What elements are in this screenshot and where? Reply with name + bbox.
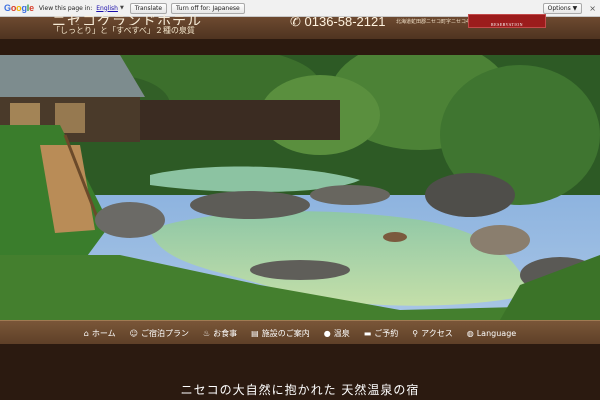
nav-item-home[interactable]: ⌂ ホーム [84,328,116,339]
nav-item-reservation[interactable]: ▬ ご予約 [364,328,399,339]
site-title[interactable]: ニセコグランドホテル [52,11,202,25]
nav-label: 施設のご案内 [261,328,310,338]
content-area: ニセコの大自然に抱かれた 天然温泉の宿 [0,344,600,400]
header-band [0,39,600,55]
bed-icon: ▬ [363,328,372,338]
nav-label: ご予約 [374,328,399,338]
google-logo: Google [4,3,34,13]
globe-icon: ◍ [466,328,474,338]
nav-label: ホーム [91,328,116,338]
hero-photo [0,55,600,320]
nav-item-language[interactable]: ◍ Language [467,329,516,338]
home-icon: ⌂ [83,328,89,338]
content-title: ニセコの大自然に抱かれた 天然温泉の宿 [180,383,420,397]
phone-number[interactable]: ✆ 0136-58-2121 [290,14,385,30]
nav-label: Language [476,328,517,338]
nav-item-access[interactable]: ⚲ アクセス [412,328,452,339]
users-icon: ☺ [129,328,138,338]
nav-label: アクセス [421,328,453,338]
building-icon: ▤ [251,328,259,338]
close-icon[interactable]: × [589,4,596,13]
nav-item-dining[interactable]: ♨ お食事 [203,328,237,339]
main-nav: ⌂ ホーム ☺ ご宿泊プラン ♨ お食事 ▤ 施設のご案内 ● 温泉 ▬ ご予約… [0,320,600,345]
drop-icon: ● [323,328,331,338]
nav-item-onsen[interactable]: ● 温泉 [324,328,350,339]
hero-image-onsen [0,55,600,320]
nav-item-plans[interactable]: ☺ ご宿泊プラン [130,328,189,339]
nav-item-facilities[interactable]: ▤ 施設のご案内 [251,328,310,339]
options-button[interactable]: Options ▼ [542,2,583,14]
nav-label: 温泉 [333,328,350,338]
reservation-button[interactable]: RESERVATION [468,14,546,28]
map-marker-icon: ⚲ [412,328,419,338]
nav-label: お食事 [213,328,238,338]
site-header: ニセコグランドホテル 「しっとり」と「すべすべ」２種の泉質 ✆ 0136-58-… [0,14,600,39]
nav-label: ご宿泊プラン [140,328,189,338]
tagline: 「しっとり」と「すべすべ」２種の泉質 [52,26,195,35]
food-icon: ♨ [202,328,211,338]
